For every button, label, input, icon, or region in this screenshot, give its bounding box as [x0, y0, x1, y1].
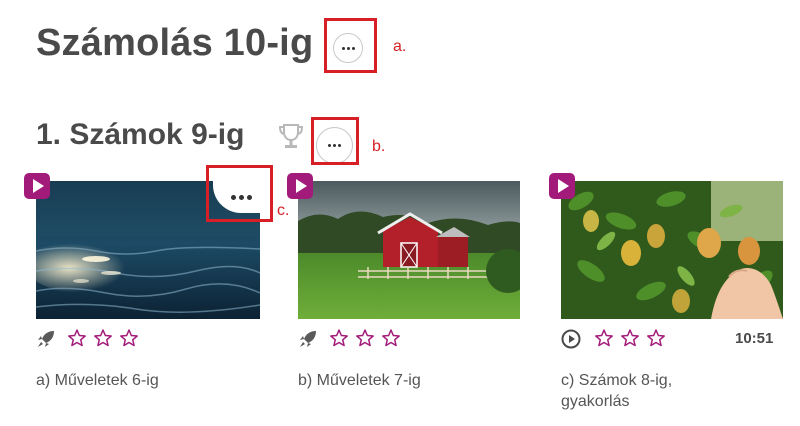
annotation-b: b. [372, 138, 386, 155]
video-card[interactable]: 10:51 c) Számok 8-ig, gyakorlás [546, 173, 786, 423]
rocket-icon [36, 329, 56, 354]
annotation-a: a. [393, 38, 407, 55]
star-outline-icon [381, 328, 401, 348]
card-caption[interactable]: b) Műveletek 7-ig [298, 370, 421, 391]
play-badge-icon [549, 173, 575, 199]
video-card[interactable]: b) Műveletek 7-ig [285, 173, 525, 403]
rating-stars [329, 328, 401, 348]
play-badge-icon [287, 173, 313, 199]
card-caption[interactable]: c) Számok 8-ig, gyakorlás [561, 370, 741, 412]
page-title: Számolás 10-ig [36, 22, 314, 64]
card-thumbnail-pears[interactable] [561, 181, 783, 319]
star-outline-icon [646, 328, 666, 348]
card-thumbnail-barn[interactable] [298, 181, 520, 319]
card-caption[interactable]: a) Műveletek 6-ig [36, 370, 159, 391]
rocket-icon [298, 329, 318, 354]
video-duration: 10:51 [735, 330, 774, 347]
highlight-box-c [206, 165, 273, 222]
star-outline-icon [355, 328, 375, 348]
star-outline-icon [329, 328, 349, 348]
star-outline-icon [67, 328, 87, 348]
card-caption-line: c) Számok 8-ig, [561, 372, 673, 389]
star-outline-icon [620, 328, 640, 348]
star-outline-icon [594, 328, 614, 348]
section-title: 1. Számok 9-ig [36, 118, 245, 151]
trophy-icon [277, 122, 305, 157]
star-outline-icon [93, 328, 113, 348]
rating-stars [67, 328, 139, 348]
star-outline-icon [119, 328, 139, 348]
play-circle-icon [561, 329, 581, 354]
highlight-box-a [324, 18, 377, 73]
play-badge-icon [24, 173, 50, 199]
card-caption-line: gyakorlás [561, 393, 630, 410]
rating-stars [594, 328, 666, 348]
highlight-box-b [311, 117, 359, 165]
